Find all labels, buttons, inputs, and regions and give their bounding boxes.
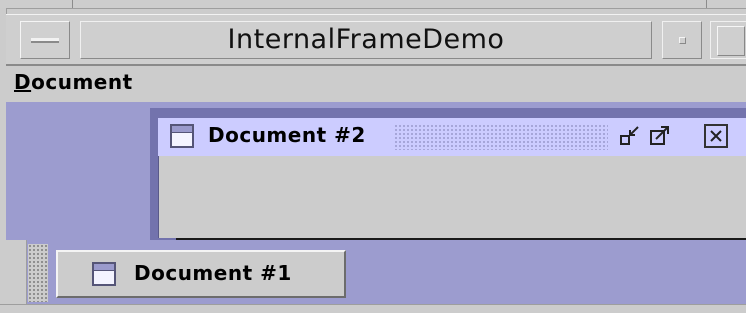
- window-menu-button[interactable]: [20, 21, 70, 59]
- document-icon: [92, 262, 116, 286]
- window-titlebar[interactable]: InternalFrameDemo: [6, 14, 746, 66]
- application-window: InternalFrameDemo Document Document #2 D…: [0, 0, 746, 313]
- iconified-frame-title: Document #1: [134, 261, 292, 285]
- menubar: Document: [6, 66, 746, 102]
- maximize-icon[interactable]: [648, 124, 672, 148]
- window-top-edge: [0, 0, 746, 9]
- internal-frame-title: Document #2: [208, 123, 366, 147]
- menu-mnemonic: D: [14, 70, 32, 94]
- iconify-icon[interactable]: [618, 124, 642, 148]
- titlebar-grip: [394, 124, 608, 150]
- internal-frame-titlebar[interactable]: Document #2: [158, 118, 746, 156]
- menu-label: ocument: [31, 70, 133, 94]
- internal-frame-document-2[interactable]: Document #2: [150, 108, 746, 246]
- menu-document[interactable]: Document: [14, 70, 133, 94]
- window-title: InternalFrameDemo: [80, 21, 652, 59]
- iconified-frame-document-1[interactable]: Document #1: [56, 250, 346, 298]
- tray-left-edge: [0, 240, 27, 306]
- minimize-button[interactable]: [662, 21, 702, 59]
- close-icon[interactable]: [704, 124, 728, 148]
- maximize-button[interactable]: [710, 21, 746, 59]
- tray-grip[interactable]: [28, 244, 48, 302]
- document-icon: [170, 124, 194, 148]
